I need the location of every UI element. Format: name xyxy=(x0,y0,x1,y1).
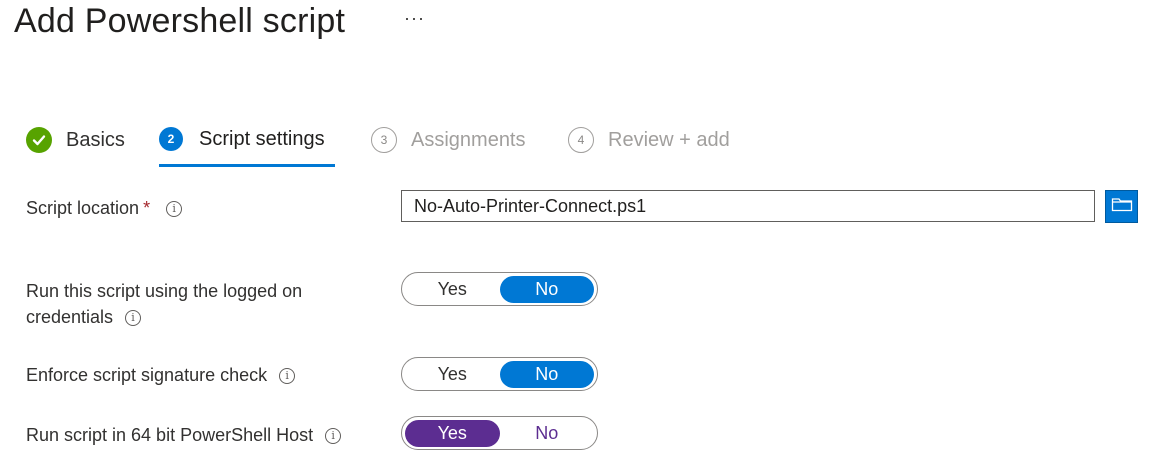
step-basics[interactable]: Basics xyxy=(26,127,125,153)
info-icon[interactable]: i xyxy=(325,428,342,445)
toggle-no-option[interactable]: No xyxy=(499,275,594,303)
logged-on-credentials-label: Run this script using the logged on cred… xyxy=(26,278,302,330)
label-line-1: Run this script using the logged on xyxy=(26,281,303,301)
step-assignments[interactable]: 3 Assignments xyxy=(371,127,526,153)
info-icon[interactable]: i xyxy=(279,368,296,385)
step-number: 2 xyxy=(159,127,183,151)
page-title: Add Powershell script xyxy=(14,2,346,40)
info-icon[interactable]: i xyxy=(166,201,183,218)
step-number: 3 xyxy=(371,127,397,153)
required-marker: * xyxy=(143,198,151,218)
checkmark-icon xyxy=(26,127,52,153)
info-icon[interactable]: i xyxy=(125,310,142,327)
toggle-yes-option[interactable]: Yes xyxy=(405,361,500,388)
more-options-button[interactable]: ··· xyxy=(404,8,425,29)
step-label: Basics xyxy=(66,128,125,151)
script-location-input[interactable] xyxy=(401,190,1095,222)
step-label: Script settings xyxy=(199,127,325,150)
step-number: 4 xyxy=(568,127,594,153)
logged-on-credentials-toggle: Yes No xyxy=(401,272,598,306)
script-location-label-text: Script location xyxy=(26,198,140,218)
signature-check-label-text: Enforce script signature check xyxy=(26,365,268,385)
step-label: Review + add xyxy=(608,128,730,151)
wizard-steps: Basics 2 Script settings 3 Assignments 4… xyxy=(0,120,1153,170)
toggle-yes-option[interactable]: Yes xyxy=(405,419,500,447)
script-location-label: Script location * i xyxy=(26,195,183,221)
signature-check-label: Enforce script signature check i xyxy=(26,362,296,388)
step-review-add[interactable]: 4 Review + add xyxy=(568,127,730,153)
step-script-settings[interactable]: 2 Script settings xyxy=(159,127,325,151)
active-step-underline xyxy=(159,164,335,167)
toggle-yes-option[interactable]: Yes xyxy=(405,276,500,303)
64bit-host-label: Run script in 64 bit PowerShell Host i xyxy=(26,422,342,448)
64bit-host-toggle: Yes No xyxy=(401,416,598,450)
signature-check-toggle: Yes No xyxy=(401,357,598,391)
folder-icon xyxy=(1111,196,1133,217)
toggle-no-option[interactable]: No xyxy=(500,420,595,447)
toggle-no-option[interactable]: No xyxy=(499,360,594,388)
64bit-host-label-text: Run script in 64 bit PowerShell Host xyxy=(26,425,314,445)
browse-file-button[interactable] xyxy=(1105,190,1138,223)
label-line-2: credentials xyxy=(26,307,114,327)
step-label: Assignments xyxy=(411,128,526,151)
